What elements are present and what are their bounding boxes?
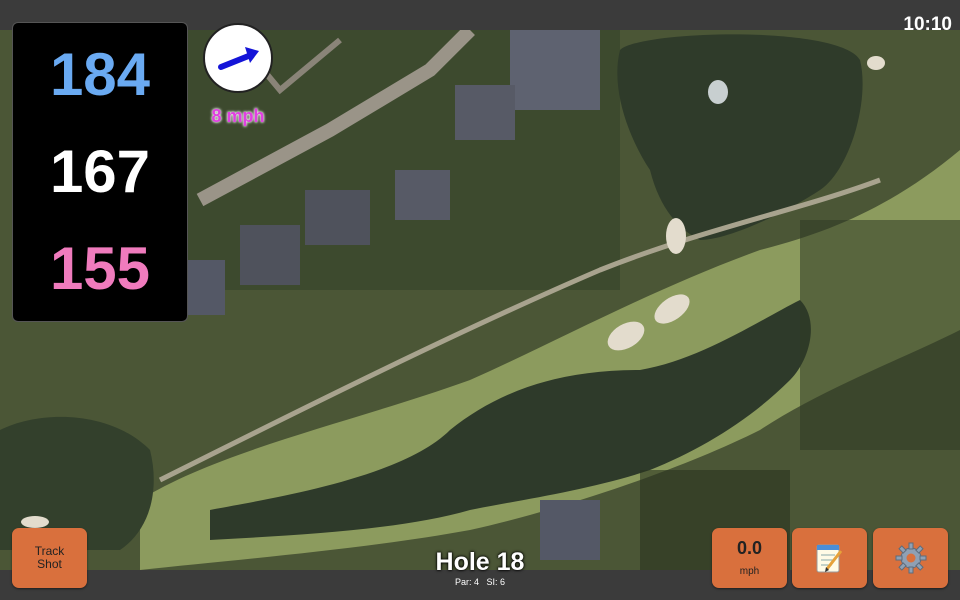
speed-unit: mph xyxy=(739,566,760,577)
speed-button[interactable]: 0.0 mph xyxy=(712,528,787,588)
hole-title: Hole 18 xyxy=(435,548,525,576)
notes-button[interactable] xyxy=(792,528,867,588)
clock-time: 10:10 xyxy=(903,14,952,35)
distance-panel: 184 167 155 xyxy=(12,22,188,322)
stroke-index-label: SI: 6 xyxy=(486,577,506,587)
settings-button[interactable] xyxy=(873,528,948,588)
speed-value: 0.0 xyxy=(736,538,763,558)
notepad-icon xyxy=(816,544,843,573)
gear-icon xyxy=(895,542,927,574)
wind-speed-label: 8 mph xyxy=(211,106,265,126)
track-shot-label: Track Shot xyxy=(34,544,65,571)
track-shot-button[interactable]: Track Shot xyxy=(12,528,87,588)
front-distance: 155 xyxy=(49,235,151,302)
par-label: Par: 4 xyxy=(454,577,479,587)
hole-details: Par: 4 SI: 6 xyxy=(380,577,580,587)
wind-indicator[interactable] xyxy=(203,23,273,93)
middle-distance: 167 xyxy=(49,138,151,205)
wind-arrow-icon xyxy=(218,47,259,70)
back-distance: 184 xyxy=(49,41,151,108)
